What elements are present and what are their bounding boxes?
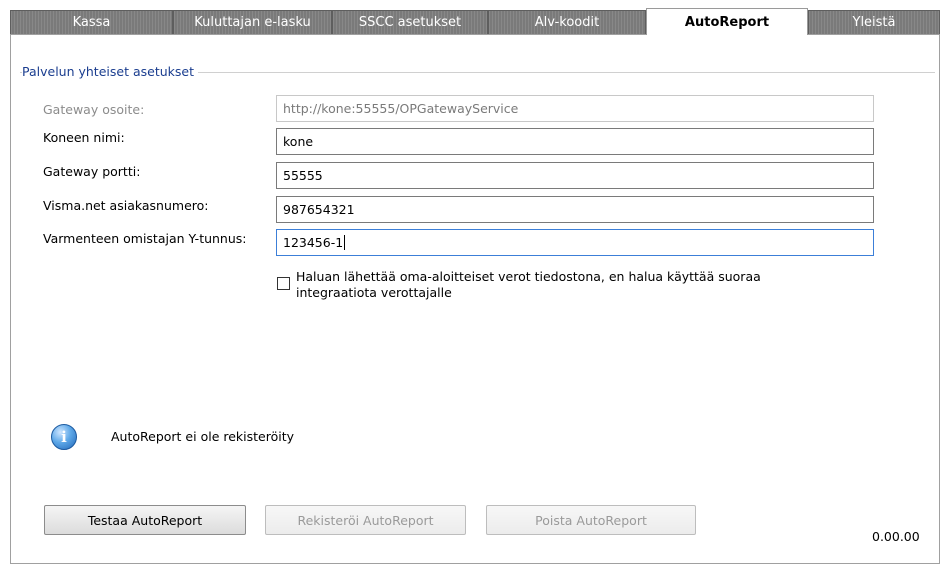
gateway-port-label: Gateway portti: <box>43 164 141 179</box>
tab-label: Yleistä <box>852 15 896 30</box>
tab-bar: Kassa Kuluttajan e-lasku SSCC asetukset … <box>10 8 940 35</box>
test-autoreport-button[interactable]: Testaa AutoReport <box>44 505 246 535</box>
gateway-address-field: http://kone:55555/OPGatewayService <box>276 95 874 122</box>
business-id-field[interactable]: 123456-1 <box>276 229 874 256</box>
gateway-address-label: Gateway osoite: <box>43 102 145 117</box>
text-caret <box>344 235 346 250</box>
register-autoreport-button[interactable]: Rekisteröi AutoReport <box>265 505 466 535</box>
business-id-label: Varmenteen omistajan Y-tunnus: <box>43 231 247 246</box>
remove-autoreport-button[interactable]: Poista AutoReport <box>486 505 696 535</box>
registration-status-text: AutoReport ei ole rekisteröity <box>111 429 295 444</box>
customer-number-field[interactable]: 987654321 <box>276 196 874 223</box>
gateway-port-field[interactable]: 55555 <box>276 162 874 189</box>
machine-name-field[interactable]: kone <box>276 128 874 155</box>
tab-label: Alv-koodit <box>534 15 600 30</box>
customer-number-value: 987654321 <box>283 202 355 217</box>
tab-yleista[interactable]: Yleistä <box>808 10 940 34</box>
tab-label: Kassa <box>72 15 111 30</box>
tab-sscc-asetukset[interactable]: SSCC asetukset <box>332 10 488 34</box>
tab-label: AutoReport <box>684 14 770 30</box>
tab-kuluttajan-e-lasku[interactable]: Kuluttajan e-lasku <box>173 10 332 34</box>
info-icon: i <box>51 424 77 450</box>
tab-label: SSCC asetukset <box>358 15 462 30</box>
send-as-file-checkbox[interactable] <box>277 277 290 290</box>
tab-label: Kuluttajan e-lasku <box>194 15 311 30</box>
version-text: 0.00.00 <box>872 529 920 544</box>
machine-name-value: kone <box>283 134 314 149</box>
tab-alv-koodit[interactable]: Alv-koodit <box>488 10 646 34</box>
send-as-file-label-line2: integraatiota verottajalle <box>296 285 452 300</box>
tab-autoreport[interactable]: AutoReport <box>646 8 808 35</box>
send-as-file-label[interactable]: Haluan lähettää oma-aloitteiset verot ti… <box>296 269 836 301</box>
group-title: Palvelun yhteiset asetukset <box>22 64 198 79</box>
gateway-address-value: http://kone:55555/OPGatewayService <box>283 101 519 116</box>
tab-kassa[interactable]: Kassa <box>10 10 173 34</box>
business-id-value: 123456-1 <box>283 235 344 250</box>
gateway-port-value: 55555 <box>283 168 323 183</box>
send-as-file-label-line1: Haluan lähettää oma-aloitteiset verot ti… <box>296 269 761 284</box>
machine-name-label: Koneen nimi: <box>43 130 125 145</box>
customer-number-label: Visma.net asiakasnumero: <box>43 198 209 213</box>
